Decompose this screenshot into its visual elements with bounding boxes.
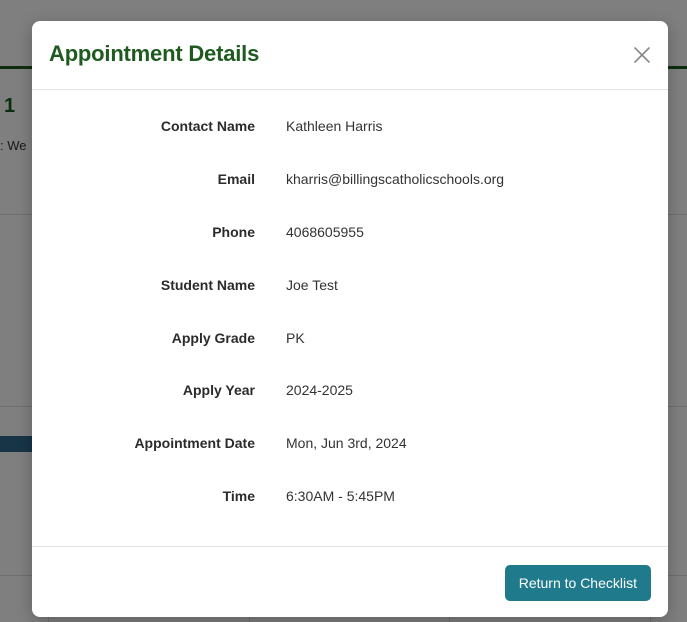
modal-title: Appointment Details (49, 41, 260, 66)
detail-row-time: Time 6:30AM - 5:45PM (32, 484, 668, 508)
detail-label: Email (217, 171, 255, 187)
detail-label: Apply Year (182, 382, 255, 398)
detail-row-student-name: Student Name Joe Test (32, 273, 668, 297)
detail-value: Kathleen Harris (286, 118, 383, 134)
return-to-checklist-button[interactable]: Return to Checklist (504, 565, 651, 601)
detail-label: Apply Grade (171, 330, 255, 346)
detail-row-appointment-date: Appointment Date Mon, Jun 3rd, 2024 (32, 431, 668, 455)
detail-value: 4068605955 (286, 224, 364, 240)
detail-value: kharris@billingscatholicschools.org (286, 171, 505, 187)
detail-row-apply-grade: Apply Grade PK (32, 326, 668, 350)
detail-value: Joe Test (286, 277, 338, 293)
close-icon (634, 47, 650, 63)
appointment-details-modal: Appointment Details Contact Name Kathlee… (32, 21, 668, 617)
detail-row-email: Email kharris@billingscatholicschools.or… (32, 167, 668, 191)
detail-label: Phone (212, 224, 255, 240)
detail-label: Contact Name (160, 118, 255, 134)
close-button[interactable] (630, 43, 654, 67)
detail-value: Mon, Jun 3rd, 2024 (286, 435, 407, 451)
detail-value: PK (286, 330, 305, 346)
modal-body: Contact Name Kathleen Harris Email kharr… (32, 90, 668, 546)
detail-row-phone: Phone 4068605955 (32, 220, 668, 244)
detail-label: Time (222, 488, 255, 504)
modal-footer: Return to Checklist (32, 546, 668, 617)
modal-header: Appointment Details (32, 21, 668, 90)
detail-label: Student Name (160, 277, 255, 293)
detail-row-contact-name: Contact Name Kathleen Harris (32, 114, 668, 138)
detail-value: 2024-2025 (286, 382, 353, 398)
detail-row-apply-year: Apply Year 2024-2025 (32, 378, 668, 402)
detail-value: 6:30AM - 5:45PM (286, 488, 395, 504)
detail-label: Appointment Date (134, 435, 255, 451)
